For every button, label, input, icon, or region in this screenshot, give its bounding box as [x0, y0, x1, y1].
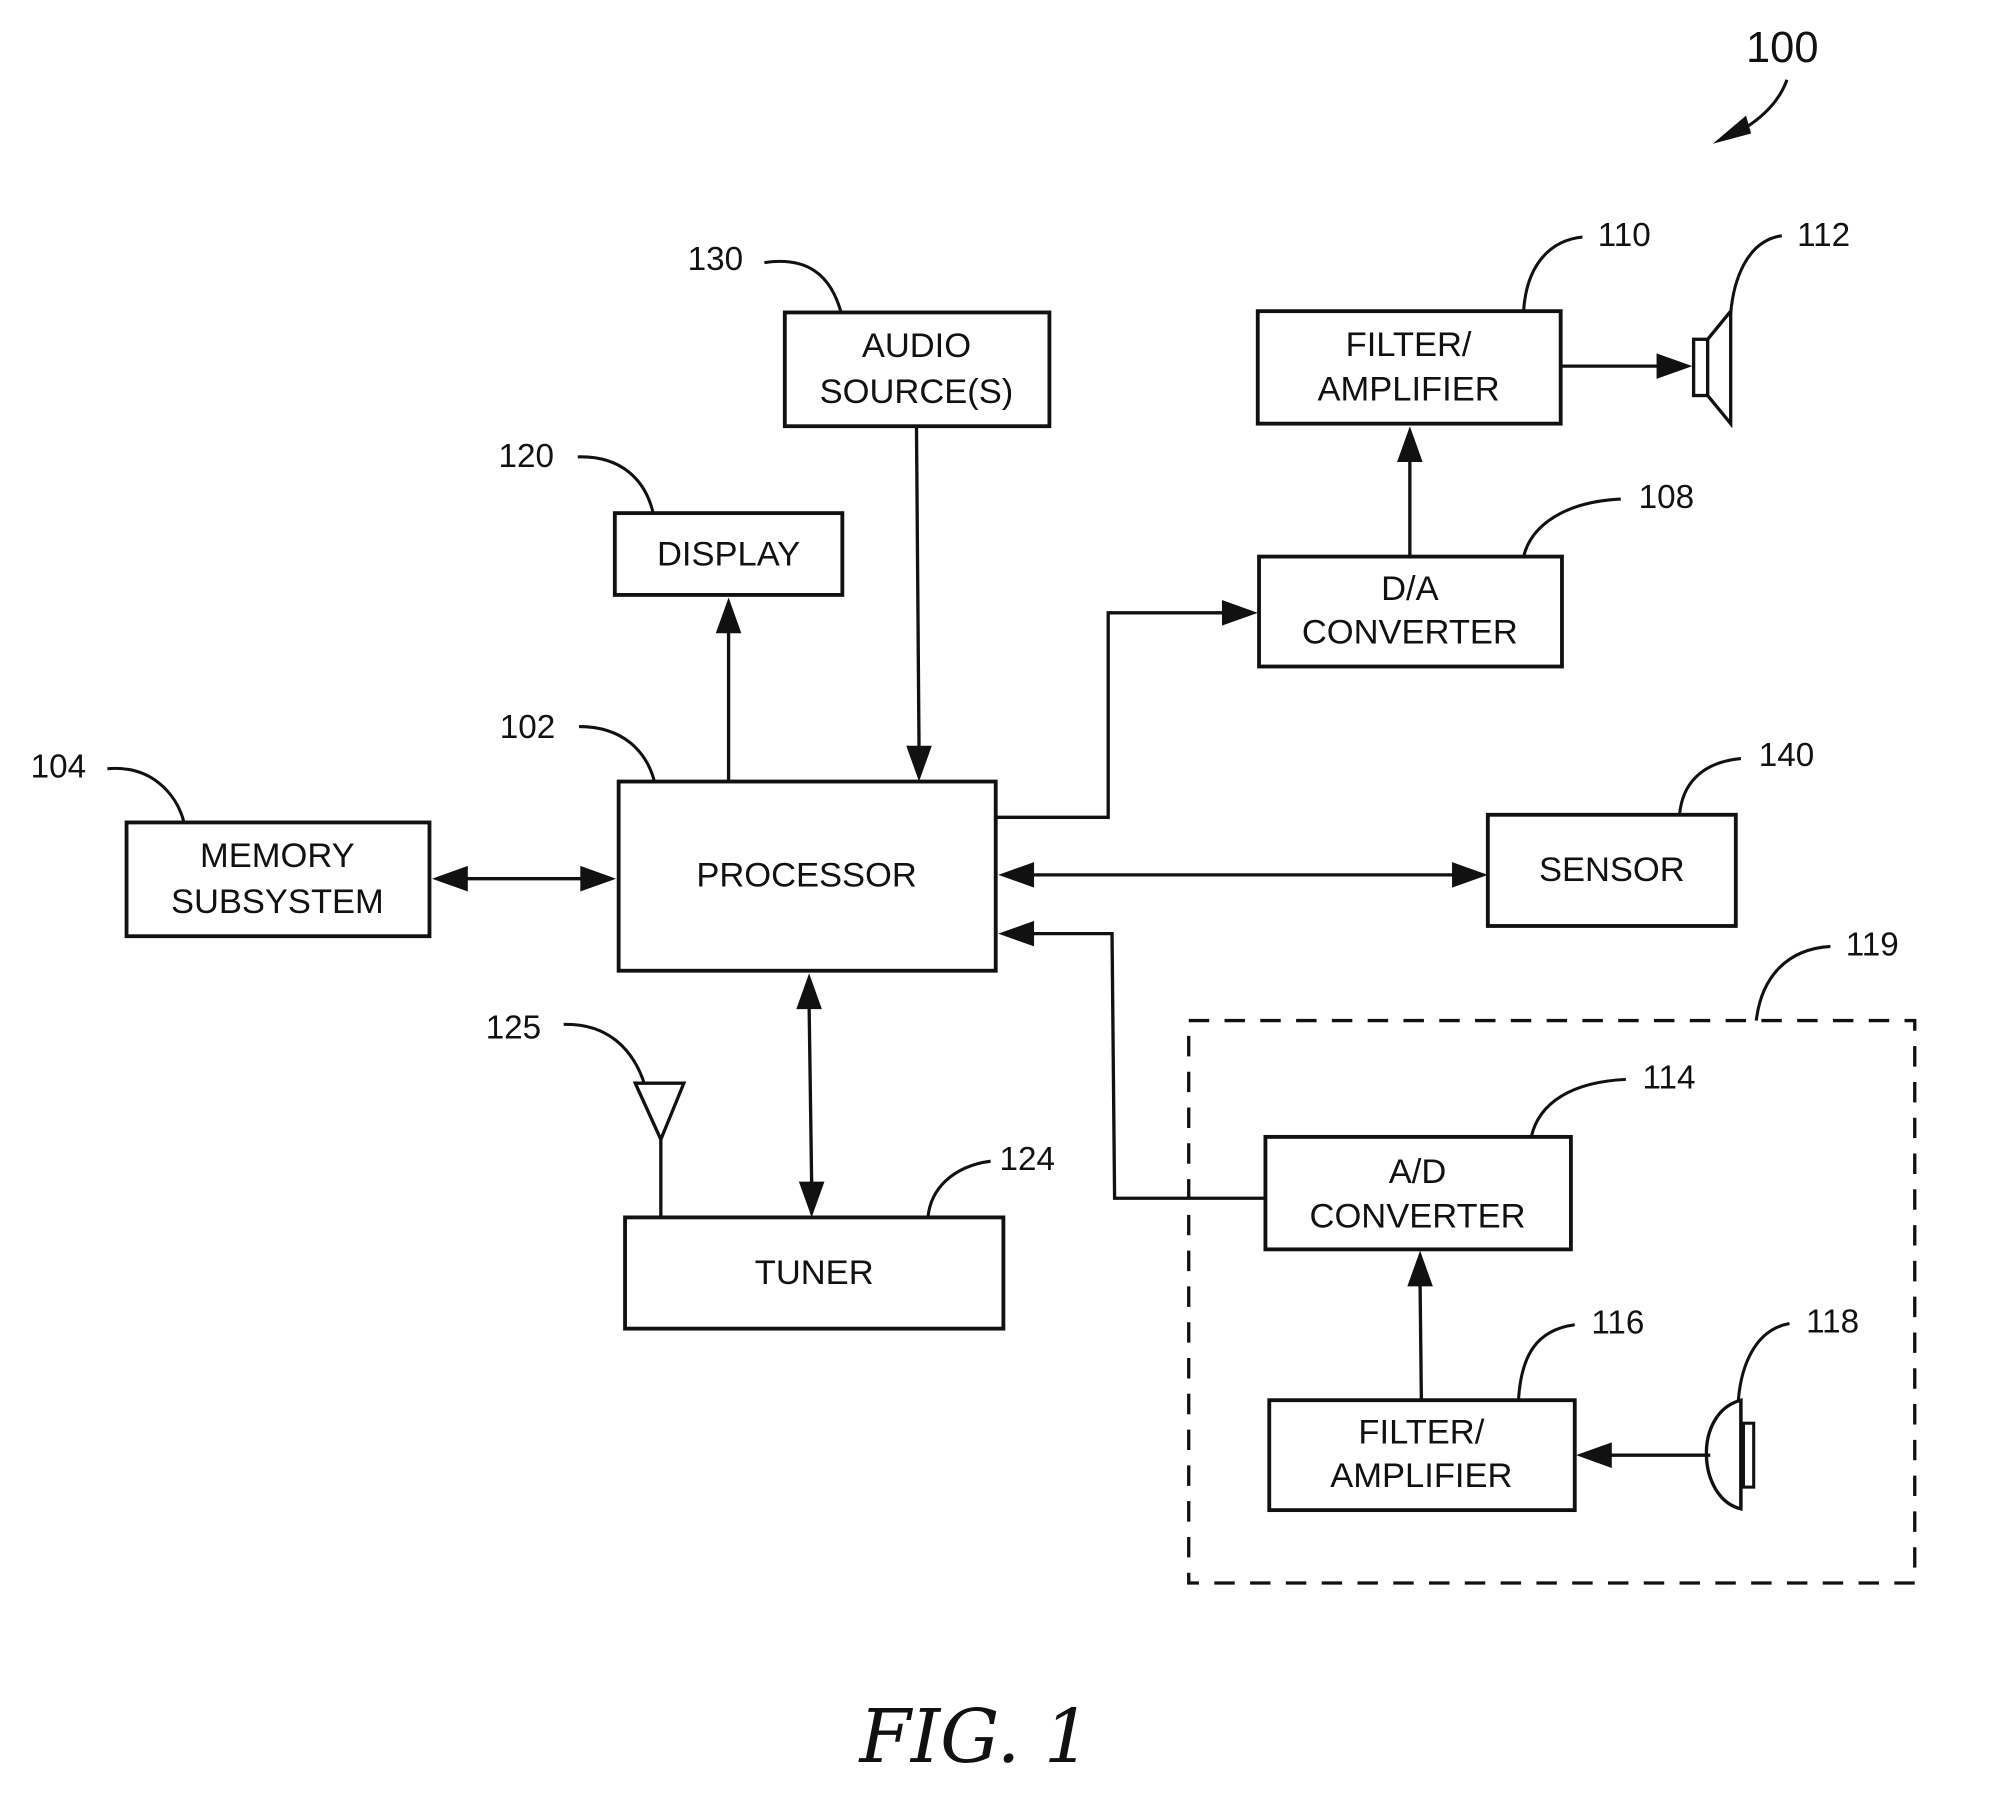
ref-102-leader — [579, 725, 656, 782]
sensor-label: SENSOR — [1539, 851, 1685, 889]
ad-converter-block: A/D CONVERTER — [1263, 1134, 1573, 1252]
ref-119-leader — [1754, 944, 1831, 1021]
ad-converter-label-1: A/D — [1389, 1153, 1447, 1191]
ref-108-leader — [1522, 497, 1621, 557]
speaker-icon — [1691, 306, 1733, 429]
ref-102: 102 — [500, 709, 555, 746]
ref-140-leader — [1678, 757, 1742, 815]
ref-140: 140 — [1759, 737, 1814, 774]
ref-118-leader — [1736, 1321, 1790, 1401]
connector-processor-to-display — [715, 597, 742, 782]
audio-source-label-1: AUDIO — [862, 327, 971, 365]
ref-110-leader — [1522, 235, 1583, 312]
ref-124-leader — [926, 1159, 991, 1218]
display-block: DISPLAY — [612, 511, 845, 597]
ref-120-leader — [577, 455, 655, 514]
ref-110: 110 — [1598, 217, 1651, 254]
output-filter-amplifier-label-2: AMPLIFIER — [1318, 371, 1500, 409]
tuner-block: TUNER — [623, 1215, 1006, 1331]
da-converter-label-1: D/A — [1381, 570, 1439, 608]
memory-label-2: SUBSYSTEM — [171, 883, 384, 921]
input-filter-amplifier-label-1: FILTER/ — [1358, 1414, 1484, 1452]
ref-125: 125 — [486, 1009, 541, 1046]
ref-118: 118 — [1806, 1303, 1859, 1340]
block-diagram: 100 AUDIO SOURCE(S) 130 DISPLAY 120 PROC… — [31, 24, 1917, 1780]
connector-microphone-to-filter-amplifier — [1576, 1442, 1711, 1468]
sensor-block: SENSOR — [1485, 812, 1738, 928]
figure-caption: FIG. 1 — [857, 1694, 1091, 1780]
connector-processor-to-da — [995, 600, 1258, 819]
processor-label: PROCESSOR — [696, 856, 916, 894]
ref-116-leader — [1516, 1323, 1575, 1401]
connector-filter-amplifier-to-speaker — [1561, 353, 1693, 379]
display-label: DISPLAY — [657, 536, 800, 574]
ref-116: 116 — [1591, 1305, 1644, 1342]
ad-converter-label-2: CONVERTER — [1310, 1198, 1526, 1236]
tuner-label: TUNER — [755, 1254, 874, 1292]
processor-block: PROCESSOR — [616, 779, 998, 973]
memory-subsystem-block: MEMORY SUBSYSTEM — [124, 820, 432, 939]
ref-104: 104 — [31, 749, 86, 786]
ref-124: 124 — [1000, 1141, 1055, 1178]
connector-processor-sensor — [998, 862, 1488, 888]
ref-114-leader — [1529, 1077, 1626, 1138]
connector-da-to-filter-amplifier — [1397, 426, 1423, 557]
output-filter-amplifier-label-1: FILTER/ — [1346, 326, 1472, 364]
connector-memory-processor — [432, 865, 617, 892]
audio-source-block: AUDIO SOURCE(S) — [782, 310, 1052, 429]
ref-104-leader — [107, 766, 186, 823]
ref-100-arrowhead — [1712, 115, 1752, 144]
microphone-icon — [1704, 1398, 1756, 1511]
ref-119: 119 — [1846, 926, 1899, 963]
ref-112: 112 — [1797, 217, 1850, 254]
audio-source-label-2: SOURCE(S) — [820, 373, 1014, 411]
input-filter-amplifier-block: FILTER/ AMPLIFIER — [1267, 1398, 1577, 1513]
da-converter-label-2: CONVERTER — [1302, 613, 1518, 651]
connector-audio-to-processor — [906, 426, 932, 782]
ref-114: 114 — [1642, 1059, 1695, 1096]
ref-120: 120 — [499, 438, 554, 475]
output-filter-amplifier-block: FILTER/ AMPLIFIER — [1255, 309, 1563, 426]
ref-108: 108 — [1639, 479, 1694, 516]
connector-input-filter-amplifier-to-ad — [1407, 1250, 1433, 1401]
ref-112-leader — [1729, 234, 1783, 314]
antenna-icon — [632, 1081, 687, 1218]
memory-label-1: MEMORY — [200, 837, 355, 875]
ref-130: 130 — [688, 241, 743, 278]
ref-100: 100 — [1746, 24, 1818, 72]
ref-130-leader — [764, 259, 843, 313]
da-converter-block: D/A CONVERTER — [1257, 554, 1564, 669]
input-filter-amplifier-label-2: AMPLIFIER — [1330, 1457, 1512, 1495]
connector-processor-tuner — [796, 973, 825, 1218]
ref-125-leader — [563, 1022, 646, 1084]
